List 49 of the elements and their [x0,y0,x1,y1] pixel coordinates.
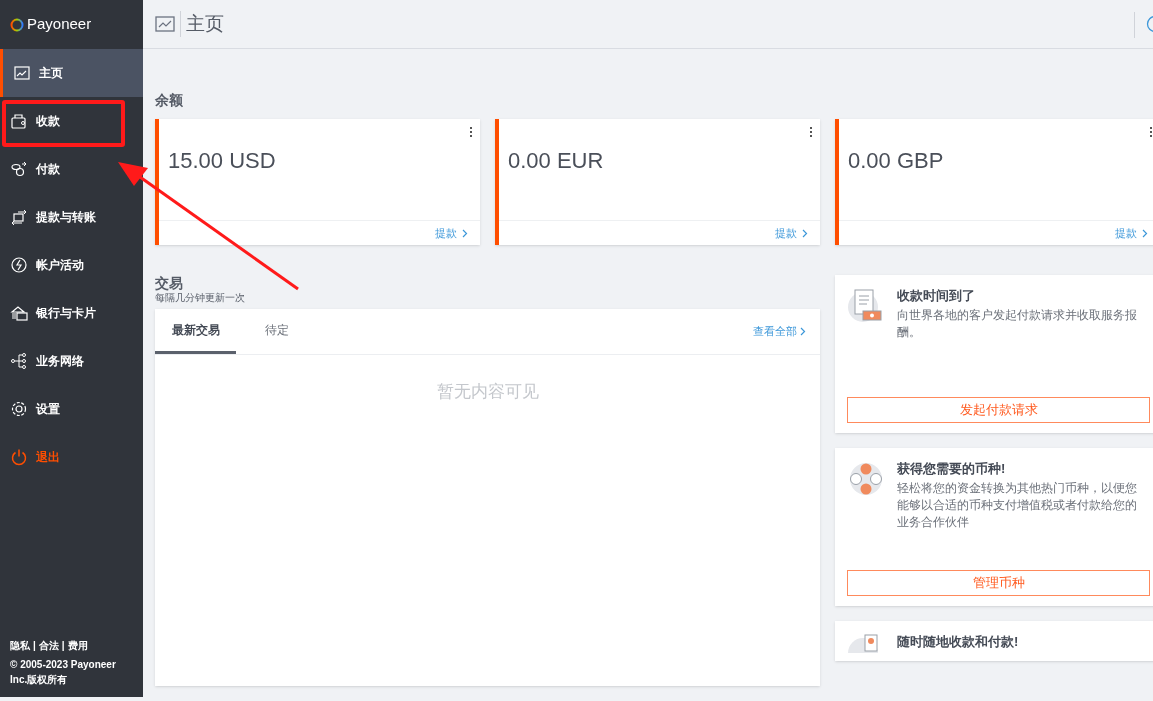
tab[interactable]: 待定 [236,309,317,354]
help-icon[interactable] [1146,15,1153,33]
tab[interactable]: 最新交易 [155,309,236,354]
chevron-icon [1142,228,1148,238]
nav-item[interactable]: 收款 [0,97,143,145]
invoice-icon [847,287,885,325]
power-icon [10,448,28,466]
logo-ring-icon [10,17,24,32]
chevron-icon [800,327,806,336]
section-heading: 余额 [155,91,184,110]
wallet-icon [10,112,28,130]
promo-title: 获得您需要的币种! [897,460,1007,478]
footer-link[interactable]: 合法 [38,638,59,653]
balance-amount: 0.00 GBP [848,147,944,175]
promo-title: 随时随地收款和付款! [897,633,1020,651]
page-title: 主页 [186,11,224,36]
copyright-text: © 2005-2023 Payoneer Inc.版权所有 [10,658,117,687]
separator: | [33,639,36,653]
bolt-circle-icon [10,256,28,274]
nav-item[interactable]: 主页 [0,49,143,97]
nav-item[interactable]: 提款与转账 [0,193,143,241]
empty-message: 暂无内容可见 [435,381,540,403]
section-heading: 交易 [155,275,184,291]
currency-exchange-icon [847,460,885,498]
promo-text: 轻松将您的资金转换为其他热门币种，以便您能够以合适的币种支付增值税或者付款给您的业务合作伙伴 [897,480,1138,531]
nav-item[interactable]: 帐户活动 [0,241,143,289]
footer-link[interactable]: 隐私 [10,638,30,653]
separator: | [61,639,65,653]
nav-item[interactable]: 设置 [0,385,143,433]
nav-item[interactable]: 银行与卡片 [0,289,143,337]
nav-item[interactable]: 付款 [0,145,143,193]
chevron-icon [462,228,468,238]
balance-amount: 15.00 USD [168,147,276,175]
footer-link[interactable]: 费用 [67,638,88,653]
bank-icon [10,304,28,322]
chart-icon [155,16,175,32]
nav-item[interactable]: 业务网络 [0,337,143,385]
section-subtitle: 每隔几分钟更新一次 [155,291,246,304]
promo-text: 向世界各地的客户发起付款请求并收取服务报酬。 [897,307,1138,341]
chevron-icon [802,228,808,238]
transfer-icon [10,208,28,226]
nav-item[interactable]: 退出 [0,433,143,481]
balance-amount: 0.00 EUR [508,147,604,175]
coins-icon [10,160,28,178]
network-icon [10,352,28,370]
brand-logo[interactable]: Payoneer [27,13,92,36]
settings-icon [10,400,28,418]
chart-icon [13,64,31,82]
promo-title: 收款时间到了 [897,287,976,305]
